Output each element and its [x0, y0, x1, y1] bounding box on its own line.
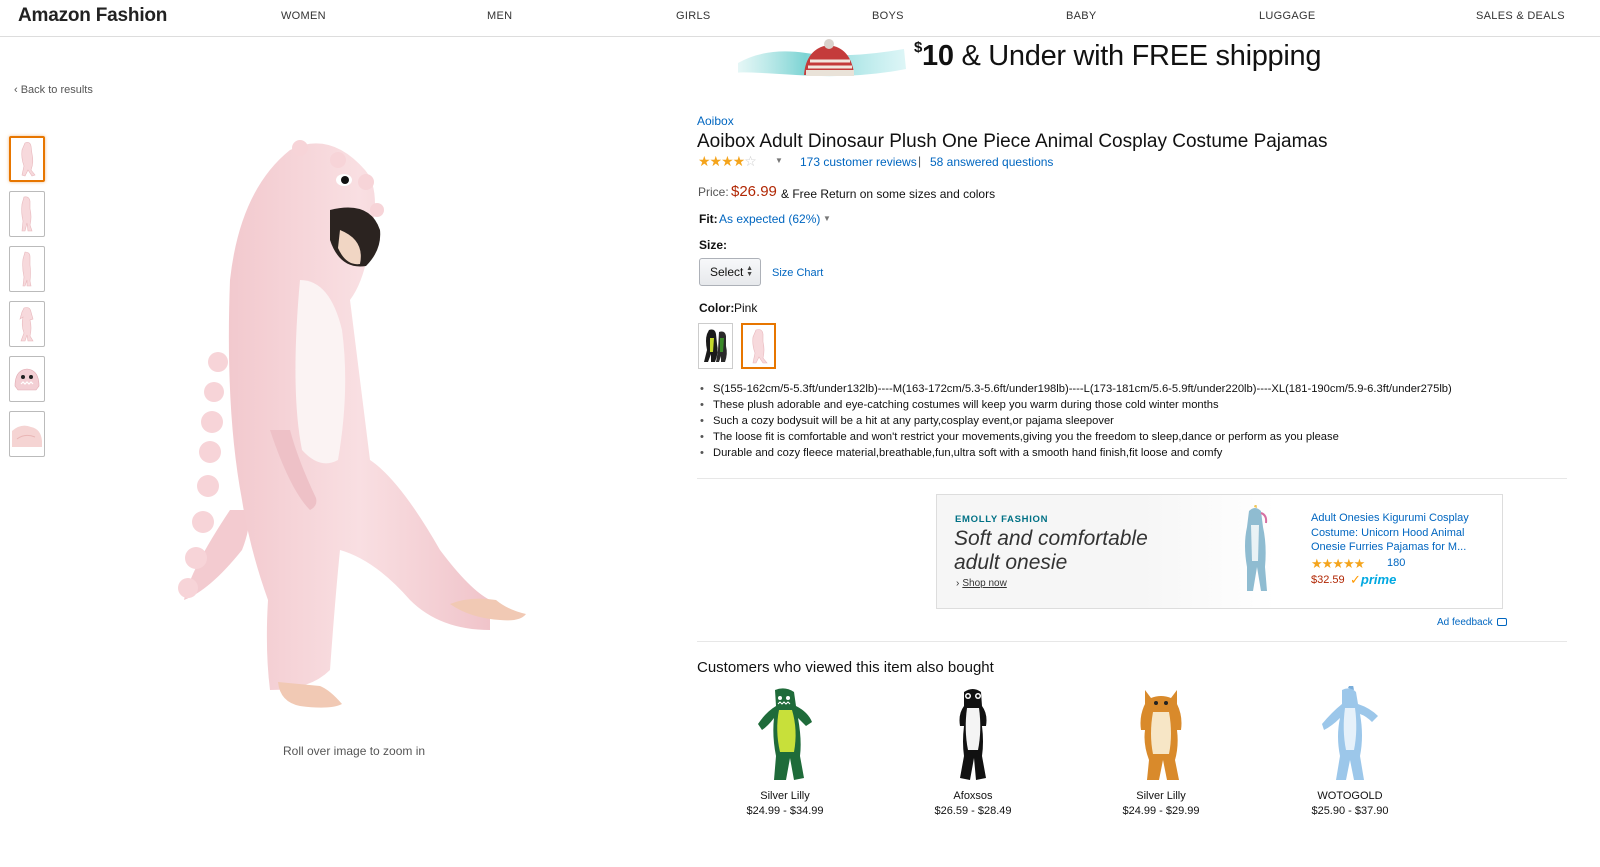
chevron-down-icon[interactable]: ▼	[823, 214, 831, 223]
banner-text: $10 & Under with FREE shipping	[914, 39, 1322, 72]
answered-questions-link[interactable]: 58 answered questions	[930, 155, 1053, 169]
costume-thumbnail-icon	[21, 196, 33, 232]
rating-stars[interactable]: ★★★★☆	[698, 153, 757, 170]
ad-price: $32.59	[1311, 574, 1345, 586]
nav-men[interactable]: MEN	[487, 10, 512, 22]
divider	[697, 641, 1567, 642]
color-label: Color:	[699, 301, 735, 315]
ad-headline: Soft and comfortable adult onesie	[954, 527, 1148, 574]
prime-icon: ✓prime	[1350, 572, 1397, 587]
customer-reviews-link[interactable]: 173 customer reviews	[800, 155, 917, 169]
star-icon: ★★★★★	[1311, 556, 1365, 571]
ad-review-count[interactable]: 180	[1387, 557, 1405, 569]
thumbnail-1[interactable]	[9, 136, 45, 182]
ad-brand: EMOLLY FASHION	[955, 514, 1049, 525]
feature-bullet: The loose fit is comfortable and won't r…	[699, 429, 1452, 445]
ad-product-title-link[interactable]: Adult Onesies Kigurumi Cosplay Costume: …	[1311, 511, 1486, 555]
recommendation-image	[1140, 690, 1182, 780]
thumbnail-4[interactable]	[9, 301, 45, 347]
recommendation-price: $26.59 - $28.49	[934, 805, 1012, 817]
main-product-image[interactable]	[170, 130, 550, 720]
nav-baby[interactable]: BABY	[1066, 10, 1097, 22]
recommendation-brand: Silver Lilly	[760, 790, 810, 802]
top-nav: Amazon Fashion WOMEN MEN GIRLS BOYS BABY…	[0, 0, 1600, 37]
thumbnail-strip	[9, 136, 46, 466]
recommendation-image	[758, 688, 812, 780]
feature-bullet: Such a cozy bodysuit will be a hit at an…	[699, 413, 1452, 429]
recommendation-price: $24.99 - $29.99	[1122, 805, 1200, 817]
dinosaur-costume-swatch-icon	[751, 329, 768, 364]
nav-girls[interactable]: GIRLS	[676, 10, 711, 22]
recommendation-card[interactable]: Silver Lilly $24.99 - $29.99	[1101, 686, 1221, 817]
promo-banner[interactable]: $10 & Under with FREE shipping	[730, 37, 1321, 79]
nav-women[interactable]: WOMEN	[281, 10, 326, 22]
nav-boys[interactable]: BOYS	[872, 10, 904, 22]
color-swatch-pink[interactable]	[741, 323, 776, 369]
also-bought-heading: Customers who viewed this item also boug…	[697, 659, 994, 676]
ad-product-image[interactable]	[1233, 505, 1277, 597]
thumbnail-5[interactable]	[9, 356, 45, 402]
nav-luggage[interactable]: LUGGAGE	[1259, 10, 1316, 22]
banner-art	[737, 39, 906, 77]
fabric-detail-thumbnail-icon	[12, 425, 42, 447]
size-chart-link[interactable]: Size Chart	[772, 267, 823, 279]
price-label: Price:	[698, 185, 729, 199]
sponsored-ad[interactable]: EMOLLY FASHION Soft and comfortable adul…	[936, 494, 1503, 609]
feature-bullet: These plush adorable and eye-catching co…	[699, 397, 1452, 413]
recommendation-price: $25.90 - $37.90	[1311, 805, 1389, 817]
size-dropdown[interactable]: Select ▲ ▼	[699, 258, 761, 286]
feature-bullet: Durable and cozy fleece material,breatha…	[699, 445, 1452, 461]
recommendation-image	[959, 689, 987, 780]
recommendation-brand: WOTOGOLD	[1317, 790, 1383, 802]
brand-logo[interactable]: Amazon Fashion	[18, 5, 167, 27]
fit-label: Fit:	[699, 212, 718, 226]
recommendation-image	[1322, 686, 1378, 780]
free-return-text: & Free Return on some sizes and colors	[781, 187, 996, 201]
thumbnail-2[interactable]	[9, 191, 45, 237]
recommendation-card[interactable]: Afoxsos $26.59 - $28.49	[913, 686, 1033, 817]
thumbnail-3[interactable]	[9, 246, 45, 292]
divider	[697, 478, 1567, 479]
product-title: Aoibox Adult Dinosaur Plush One Piece An…	[697, 131, 1328, 152]
price-value: $26.99	[731, 183, 777, 200]
back-to-results-link[interactable]: ‹ Back to results	[14, 84, 93, 96]
star-icon: ★★★★	[698, 153, 745, 169]
ad-shop-now-link[interactable]: › Shop now	[956, 578, 1007, 589]
costume-thumbnail-icon	[19, 307, 34, 342]
recommendation-price: $24.99 - $34.99	[746, 805, 824, 817]
costume-hood-thumbnail-icon	[14, 368, 40, 391]
separator: |	[918, 154, 922, 168]
recommendation-brand: Silver Lilly	[1136, 790, 1186, 802]
nav-sales-deals[interactable]: SALES & DEALS	[1476, 10, 1565, 22]
thumbnail-6[interactable]	[9, 411, 45, 457]
chevron-right-icon: ›	[956, 578, 960, 589]
size-selected-value: Select	[710, 265, 744, 279]
zoom-hint: Roll over image to zoom in	[283, 744, 426, 758]
color-value: Pink	[734, 301, 758, 315]
ad-feedback-link[interactable]: Ad feedback	[1437, 617, 1508, 628]
chevron-down-icon[interactable]: ▼	[775, 156, 783, 165]
brand-link[interactable]: Aoibox	[697, 114, 734, 128]
costume-thumbnail-icon	[22, 251, 32, 287]
recommendation-card[interactable]: Silver Lilly $24.99 - $34.99	[725, 686, 845, 817]
recommendation-brand: Afoxsos	[953, 790, 993, 802]
recommendation-card[interactable]: WOTOGOLD $25.90 - $37.90	[1290, 686, 1410, 817]
star-empty-icon: ☆	[744, 153, 757, 169]
feature-bullet: S(155-162cm/5-5.3ft/under132lb)----M(163…	[699, 381, 1452, 397]
dinosaur-costume-swatch-icon	[703, 329, 727, 362]
costume-thumbnail-icon	[21, 142, 36, 177]
size-label: Size:	[699, 238, 728, 252]
feedback-icon	[1497, 618, 1508, 626]
feature-bullets: S(155-162cm/5-5.3ft/under132lb)----M(163…	[699, 381, 1452, 461]
color-swatch-green[interactable]	[698, 323, 733, 369]
select-arrows-icon: ▲ ▼	[746, 265, 753, 278]
fit-value-link[interactable]: As expected (62%)	[719, 212, 820, 226]
